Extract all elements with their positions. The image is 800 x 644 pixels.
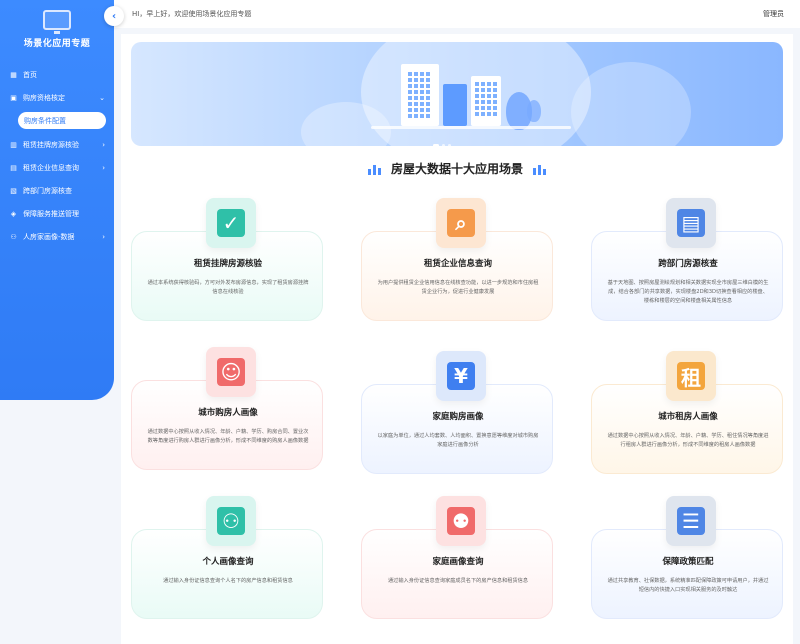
card-description: 通过数据中心按照从收入情况、年龄、户籍、学历、租住情况等角度进行租房人群进行画像… (607, 433, 769, 448)
sidebar-item-rental-listing-verify[interactable]: ▥ 租赁挂牌房源核验 › (0, 133, 114, 156)
chevron-left-icon: ‹ (111, 10, 117, 22)
collapse-sidebar-button[interactable]: ‹ (104, 6, 124, 26)
banner-windows (408, 72, 430, 118)
scenario-card-cross-dept-check[interactable]: ▤ 跨部门房源核查 基于天地图、按照房屋测绘规划和相关数据实现全市房屋三维白模的… (591, 198, 783, 321)
home-icon: ▦ (10, 70, 17, 79)
top-header: HI，早上好，欢迎使用场景化应用专题 管理员 (114, 0, 800, 28)
sidebar-nav: ▦ 首页 ▣ 购房资格核定 ⌄ 购房条件配置 ▥ 租赁挂牌房源核验 › ▤ 租赁… (0, 63, 114, 248)
card-title: 保障政策匹配 (662, 557, 714, 567)
sidebar-item-label: 保障服务推送管理 (23, 209, 79, 218)
card-description: 通过共享教育、社保数据，系统精准匹配保障政策可申请用户，并通过短信内的快捷入口实… (607, 578, 769, 593)
card-description: 以家庭为单位，通过人均套数、人均面积、置换意愿等维度对城市购房家庭进行画像分析 (377, 433, 539, 448)
user-card-icon: ▣ (10, 93, 17, 102)
search-doc-icon: ▧ (10, 186, 17, 195)
card-description: 为用户提供租赁企业信用信息在线核查功能，以进一步规范和市住房租赁企业行为，促进行… (377, 280, 539, 295)
banner-dot[interactable] (448, 144, 451, 146)
greeting-text: HI，早上好，欢迎使用场景化应用专题 (132, 10, 252, 18)
sidebar-item-cross-dept-check[interactable]: ▧ 跨部门房源核查 (0, 179, 114, 202)
scenario-card-city-buyer-portrait[interactable]: ☺ 城市购房人画像 通过数据中心按照从收入情况、年龄、户籍、学历、购房合同、置业… (131, 347, 323, 470)
company-search-icon: ⌕ (436, 198, 486, 248)
building-check-icon: ✓ (206, 198, 256, 248)
scenario-card-policy-matching[interactable]: ☰ 保障政策匹配 通过共享教育、社保数据，系统精准匹配保障政策可申请用户，并通过… (591, 496, 783, 619)
sidebar-item-label: 跨部门房源核查 (23, 186, 72, 195)
monitor-logo-icon (43, 10, 71, 34)
document-search-icon: ▤ (666, 198, 716, 248)
sidebar-item-label: 购房资格核定 (23, 93, 65, 102)
person-scan-icon: ⚇ (206, 496, 256, 546)
building-icon: ▥ (10, 140, 17, 149)
chevron-right-icon: › (102, 163, 105, 172)
section-title: 房屋大数据十大应用场景 (121, 160, 793, 177)
banner-windows (475, 82, 497, 116)
sidebar: 场景化应用专题 ▦ 首页 ▣ 购房资格核定 ⌄ 购房条件配置 ▥ 租赁挂牌房源核… (0, 0, 114, 400)
card-title: 租赁挂牌房源核验 (193, 259, 262, 269)
scenario-card-rental-company-query[interactable]: ⌕ 租赁企业信息查询 为用户提供租赁企业信用信息在线核查功能，以进一步规范和市住… (361, 198, 553, 321)
card-description: 通过输入身份证信息查询个人名下的房产信息和租赁信息 (163, 578, 293, 584)
scenario-card-rental-listing-verify[interactable]: ✓ 租赁挂牌房源核验 通过本系统获得核验码，方可对外发布房源信息，实现了租赁房源… (131, 198, 323, 321)
people-icon: ⚇ (10, 232, 17, 241)
section-title-text: 房屋大数据十大应用场景 (390, 162, 523, 176)
banner-tree-illustration (527, 100, 541, 122)
title-bars-right-icon (533, 164, 547, 175)
banner-building-illustration (443, 84, 467, 126)
sidebar-item-label: 人房家画像-数据 (23, 232, 75, 241)
card-description: 通过本系统获得核验码，方可对外发布房源信息，实现了租赁房源挂牌信息在线核验 (147, 280, 309, 295)
card-title: 城市购房人画像 (198, 408, 258, 418)
user-menu[interactable]: 管理员 (763, 9, 784, 19)
hero-banner[interactable] (131, 42, 783, 146)
banner-ground-line (371, 126, 571, 129)
card-description: 基于天地图、按照房屋测绘规划和相关数据实现全市房屋三维白模的生成，结合各部门的共… (607, 280, 769, 304)
banner-dot[interactable] (442, 144, 445, 146)
sidebar-item-purchase-qualification[interactable]: ▣ 购房资格核定 ⌄ (0, 86, 114, 109)
card-title: 跨部门房源核查 (658, 259, 718, 269)
card-title: 租赁企业信息查询 (423, 259, 492, 269)
family-scan-icon: ⚉ (436, 496, 486, 546)
main-content: 房屋大数据十大应用场景 ✓ 租赁挂牌房源核验 通过本系统获得核验码，方可对外发布… (121, 34, 793, 644)
card-title: 家庭画像查询 (432, 557, 484, 567)
card-description: 通过输入身份证信息查询家庭成员名下的房产信息和租赁信息 (387, 578, 529, 584)
sidebar-item-label: 租赁挂牌房源核验 (23, 140, 79, 149)
banner-pagination[interactable] (433, 144, 451, 146)
chevron-right-icon: › (102, 232, 105, 241)
scenario-card-family-portrait-query[interactable]: ⚉ 家庭画像查询 通过输入身份证信息查询家庭成员名下的房产信息和租赁信息 (361, 496, 553, 619)
policy-document-icon: ☰ (666, 496, 716, 546)
chevron-right-icon: › (102, 140, 105, 149)
rent-house-icon: 租 (666, 351, 716, 401)
card-description: 通过数据中心按照从收入情况、年龄、户籍、学历、购房合同、置业次数等角度进行购房人… (147, 429, 309, 444)
chevron-down-icon: ⌄ (99, 93, 105, 102)
scenario-card-city-renter-portrait[interactable]: 租 城市租房人画像 通过数据中心按照从收入情况、年龄、户籍、学历、租住情况等角度… (591, 351, 783, 474)
sidebar-item-rental-company-query[interactable]: ▤ 租赁企业信息查询 › (0, 156, 114, 179)
family-house-icon: ¥ (436, 351, 486, 401)
banner-dot[interactable] (433, 144, 439, 146)
card-title: 个人画像查询 (202, 557, 254, 567)
scenario-card-family-purchase-portrait[interactable]: ¥ 家庭购房画像 以家庭为单位，通过人均套数、人均面积、置换意愿等维度对城市购房… (361, 351, 553, 474)
sidebar-item-home[interactable]: ▦ 首页 (0, 63, 114, 86)
briefcase-icon: ▤ (10, 163, 17, 172)
banner-blob (571, 62, 691, 146)
sidebar-item-security-service[interactable]: ◈ 保障服务推送管理 (0, 202, 114, 225)
card-title: 家庭购房画像 (432, 412, 484, 422)
sidebar-item-portrait-data[interactable]: ⚇ 人房家画像-数据 › (0, 225, 114, 248)
title-bars-left-icon (367, 164, 381, 175)
sidebar-subitem-purchase-conditions[interactable]: 购房条件配置 (18, 112, 106, 129)
shield-icon: ◈ (10, 209, 17, 218)
banner-building-illustration (401, 64, 439, 126)
sidebar-item-label: 租赁企业信息查询 (23, 163, 79, 172)
card-title: 城市租房人画像 (658, 412, 718, 422)
scenario-card-personal-portrait-query[interactable]: ⚇ 个人画像查询 通过输入身份证信息查询个人名下的房产信息和租赁信息 (131, 496, 323, 619)
app-title: 场景化应用专题 (23, 39, 91, 49)
banner-building-illustration (471, 76, 501, 126)
sidebar-item-label: 首页 (23, 70, 37, 79)
buyer-portrait-icon: ☺ (206, 347, 256, 397)
